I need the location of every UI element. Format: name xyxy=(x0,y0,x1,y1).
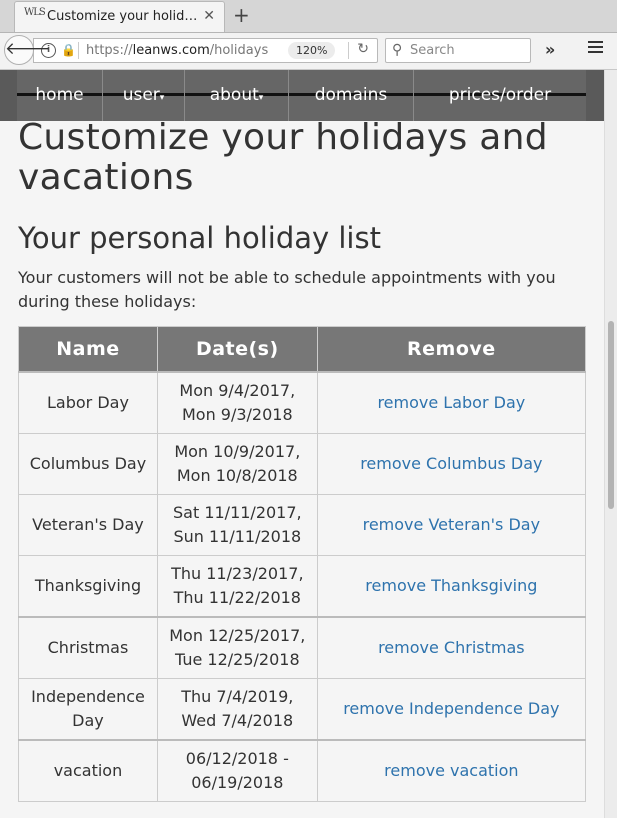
remove-cell: remove Veteran's Day xyxy=(316,494,587,556)
date-line: Tue 12/25/2018 xyxy=(174,650,300,669)
holiday-name: Independence Day xyxy=(18,678,158,741)
remove-link[interactable]: remove Labor Day xyxy=(377,393,525,412)
remove-cell: remove Labor Day xyxy=(316,371,587,434)
browser-tab[interactable]: WLS Customize your holid… ✕ xyxy=(14,1,225,32)
table-row: Labor Day Mon 9/4/2017, Mon 9/3/2018 remo… xyxy=(18,371,587,434)
nav-prices-order[interactable]: prices/order xyxy=(414,70,586,121)
date-line: 06/19/2018 xyxy=(191,773,284,792)
hamburger-menu-icon[interactable] xyxy=(588,41,603,56)
remove-link[interactable]: remove vacation xyxy=(384,761,518,780)
remove-cell: remove Independence Day xyxy=(316,678,587,741)
holiday-name: Christmas xyxy=(18,616,158,679)
back-button[interactable]: 🡐 xyxy=(4,35,51,65)
holiday-dates: Mon 10/9/2017, Mon 10/8/2018 xyxy=(156,433,318,495)
table-row: Independence Day Thu 7/4/2019, Wed 7/4/201… xyxy=(18,678,587,741)
column-header-name: Name xyxy=(18,326,158,373)
scrollbar-thumb[interactable] xyxy=(608,321,614,509)
nav-user[interactable]: user▾ xyxy=(103,70,185,121)
separator xyxy=(78,42,79,59)
column-header-remove: Remove xyxy=(316,326,587,373)
nav-domains[interactable]: domains xyxy=(289,70,414,121)
holiday-name-line: Independence xyxy=(31,687,145,706)
date-line: Thu 11/23/2017, xyxy=(171,564,304,583)
url-domain: leanws.com xyxy=(132,43,210,58)
nav-home[interactable]: home xyxy=(17,70,103,121)
search-bar[interactable]: ⚲ Search xyxy=(385,38,531,63)
holiday-dates: Thu 11/23/2017, Thu 11/22/2018 xyxy=(156,555,318,618)
holiday-dates: Thu 7/4/2019, Wed 7/4/2018 xyxy=(156,678,318,741)
zoom-level[interactable]: 120% xyxy=(288,42,336,59)
nav-user-label: user xyxy=(122,85,160,105)
url-prefix: https:// xyxy=(86,43,133,58)
site-favicon-icon: WLS xyxy=(24,7,46,18)
holiday-name: vacation xyxy=(18,739,158,802)
table-row: vacation 06/12/2018 - 06/19/2018 remove v… xyxy=(18,739,587,802)
site-navbar: home user▾ about▾ domains prices/order xyxy=(0,70,604,121)
reload-icon[interactable]: ↻ xyxy=(357,41,369,57)
nav-prices-label: prices/order xyxy=(448,85,552,105)
section-title: Your personal holiday list xyxy=(18,221,381,255)
browser-toolbar: i 🔒 https://leanws.com/holidays 120% ↻ 🡐… xyxy=(0,33,617,70)
url-text[interactable]: https://leanws.com/holidays xyxy=(86,43,268,58)
tab-close-icon[interactable]: ✕ xyxy=(203,8,215,24)
remove-link[interactable]: remove Christmas xyxy=(378,638,525,657)
remove-link[interactable]: remove Veteran's Day xyxy=(363,515,540,534)
lock-icon[interactable]: 🔒 xyxy=(61,43,76,57)
remove-cell: remove vacation xyxy=(316,739,587,802)
holiday-dates: Mon 9/4/2017, Mon 9/3/2018 xyxy=(156,371,318,434)
table-header-row: Name Date(s) Remove xyxy=(18,326,587,373)
holiday-dates: 06/12/2018 - 06/19/2018 xyxy=(156,739,318,802)
holiday-name: Columbus Day xyxy=(18,433,158,495)
column-header-dates: Date(s) xyxy=(156,326,318,373)
date-line: 06/12/2018 - xyxy=(185,749,289,768)
holiday-table: Name Date(s) Remove Labor Day Mon 9/4/20… xyxy=(18,326,587,802)
intro-text: Your customers will not be able to sched… xyxy=(18,268,556,311)
page-scrollbar[interactable] xyxy=(604,70,617,818)
nav-about[interactable]: about▾ xyxy=(185,70,289,121)
holiday-name-line: Day xyxy=(72,711,104,730)
tab-title: Customize your holid… xyxy=(47,9,198,24)
holiday-name: Labor Day xyxy=(18,371,158,434)
new-tab-icon[interactable]: + xyxy=(233,3,250,27)
page-title: Customize your holidays and vacations xyxy=(18,117,548,198)
date-line: Mon 12/25/2017, xyxy=(169,626,306,645)
date-line: Mon 10/9/2017, xyxy=(174,442,301,461)
holiday-dates: Sat 11/11/2017, Sun 11/11/2018 xyxy=(156,494,318,556)
date-line: Mon 10/8/2018 xyxy=(176,466,298,485)
nav-domains-label: domains xyxy=(314,85,388,105)
remove-link[interactable]: remove Thanksgiving xyxy=(365,576,537,595)
remove-cell: remove Christmas xyxy=(316,616,587,679)
date-line: Sun 11/11/2018 xyxy=(173,527,302,546)
address-bar[interactable]: i 🔒 https://leanws.com/holidays 120% ↻ xyxy=(33,38,378,63)
date-line: Thu 7/4/2019, xyxy=(181,687,294,706)
overflow-chevron-icon[interactable]: » xyxy=(545,40,555,59)
nav-about-label: about xyxy=(209,85,259,105)
search-icon: ⚲ xyxy=(392,42,403,58)
date-line: Wed 7/4/2018 xyxy=(181,711,294,730)
nav-home-label: home xyxy=(35,85,84,105)
date-line: Sat 11/11/2017, xyxy=(173,503,302,522)
search-placeholder: Search xyxy=(410,43,455,58)
browser-tab-bar: WLS Customize your holid… ✕ + xyxy=(0,0,617,33)
table-row: Thanksgiving Thu 11/23/2017, Thu 11/22/20… xyxy=(18,555,587,618)
url-path: /holidays xyxy=(209,43,269,58)
table-row: Veteran's Day Sat 11/11/2017, Sun 11/11/2… xyxy=(18,494,587,556)
holiday-dates: Mon 12/25/2017, Tue 12/25/2018 xyxy=(156,616,318,679)
date-line: Mon 9/3/2018 xyxy=(181,405,293,424)
holiday-name: Thanksgiving xyxy=(18,555,158,618)
date-line: Thu 11/22/2018 xyxy=(173,588,301,607)
remove-cell: remove Columbus Day xyxy=(316,433,587,495)
caret-down-icon: ▾ xyxy=(159,93,165,103)
table-row: Christmas Mon 12/25/2017, Tue 12/25/2018 … xyxy=(18,616,587,679)
remove-link[interactable]: remove Independence Day xyxy=(343,699,559,718)
date-line: Mon 9/4/2017, xyxy=(179,381,296,400)
holiday-name: Veteran's Day xyxy=(18,494,158,556)
table-row: Columbus Day Mon 10/9/2017, Mon 10/8/2018… xyxy=(18,433,587,495)
remove-link[interactable]: remove Columbus Day xyxy=(360,454,542,473)
caret-down-icon: ▾ xyxy=(258,93,264,103)
separator xyxy=(348,42,349,59)
remove-cell: remove Thanksgiving xyxy=(316,555,587,618)
